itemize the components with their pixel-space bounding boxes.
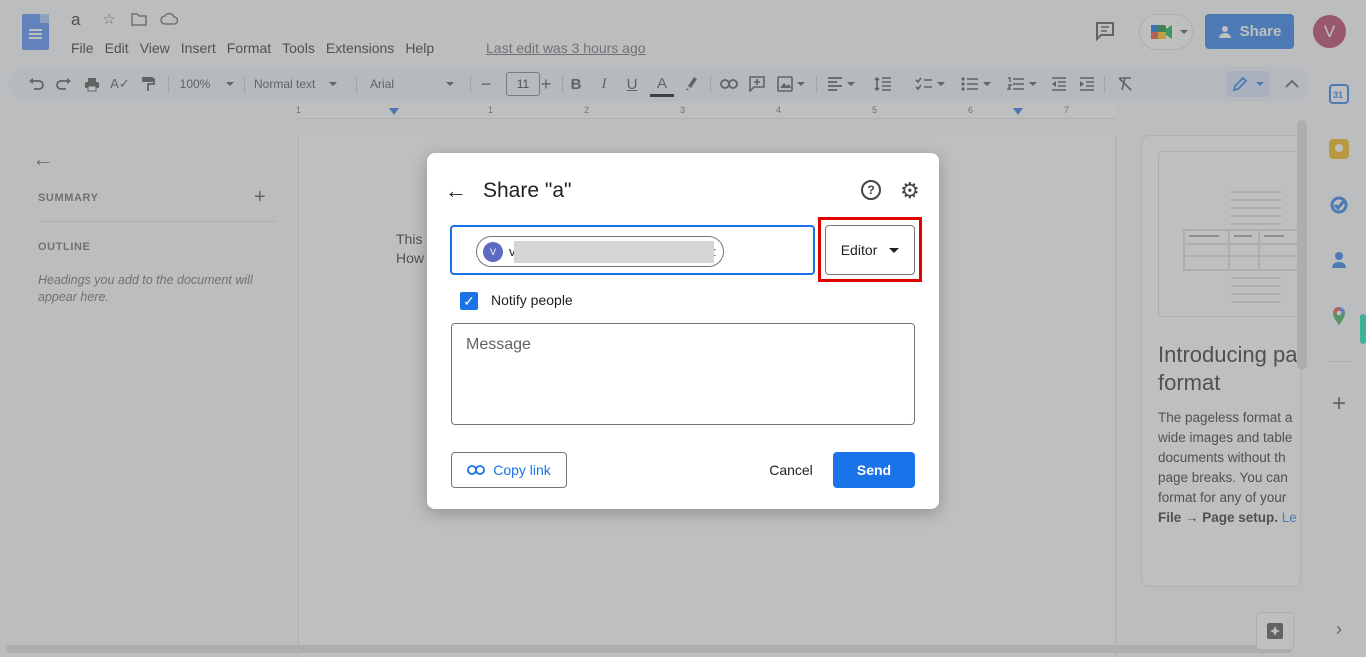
recipient-avatar: V — [483, 242, 503, 262]
recipient-chip[interactable]: V v : — [476, 236, 724, 267]
gear-icon[interactable]: ⚙ — [900, 178, 920, 204]
notify-checkbox[interactable]: ✓ — [460, 292, 478, 310]
send-button[interactable]: Send — [833, 452, 915, 488]
dialog-title: Share "a" — [483, 179, 572, 202]
highlight-annotation — [818, 217, 922, 282]
link-icon — [467, 465, 486, 475]
notify-label: Notify people — [491, 292, 573, 308]
copy-link-button[interactable]: Copy link — [451, 452, 567, 488]
redacted-email — [514, 241, 714, 263]
cancel-button[interactable]: Cancel — [757, 452, 825, 488]
share-dialog: ← Share "a" ? ⚙ V v : Editor ✓ Notify pe… — [427, 153, 939, 509]
copy-link-label: Copy link — [493, 462, 551, 478]
chip-remove-icon[interactable]: : — [713, 244, 717, 259]
add-people-input[interactable]: V v : — [450, 225, 815, 275]
message-field[interactable]: Message — [451, 323, 915, 425]
help-icon[interactable]: ? — [861, 180, 881, 200]
back-arrow-icon[interactable]: ← — [445, 178, 467, 204]
message-placeholder: Message — [466, 336, 531, 353]
